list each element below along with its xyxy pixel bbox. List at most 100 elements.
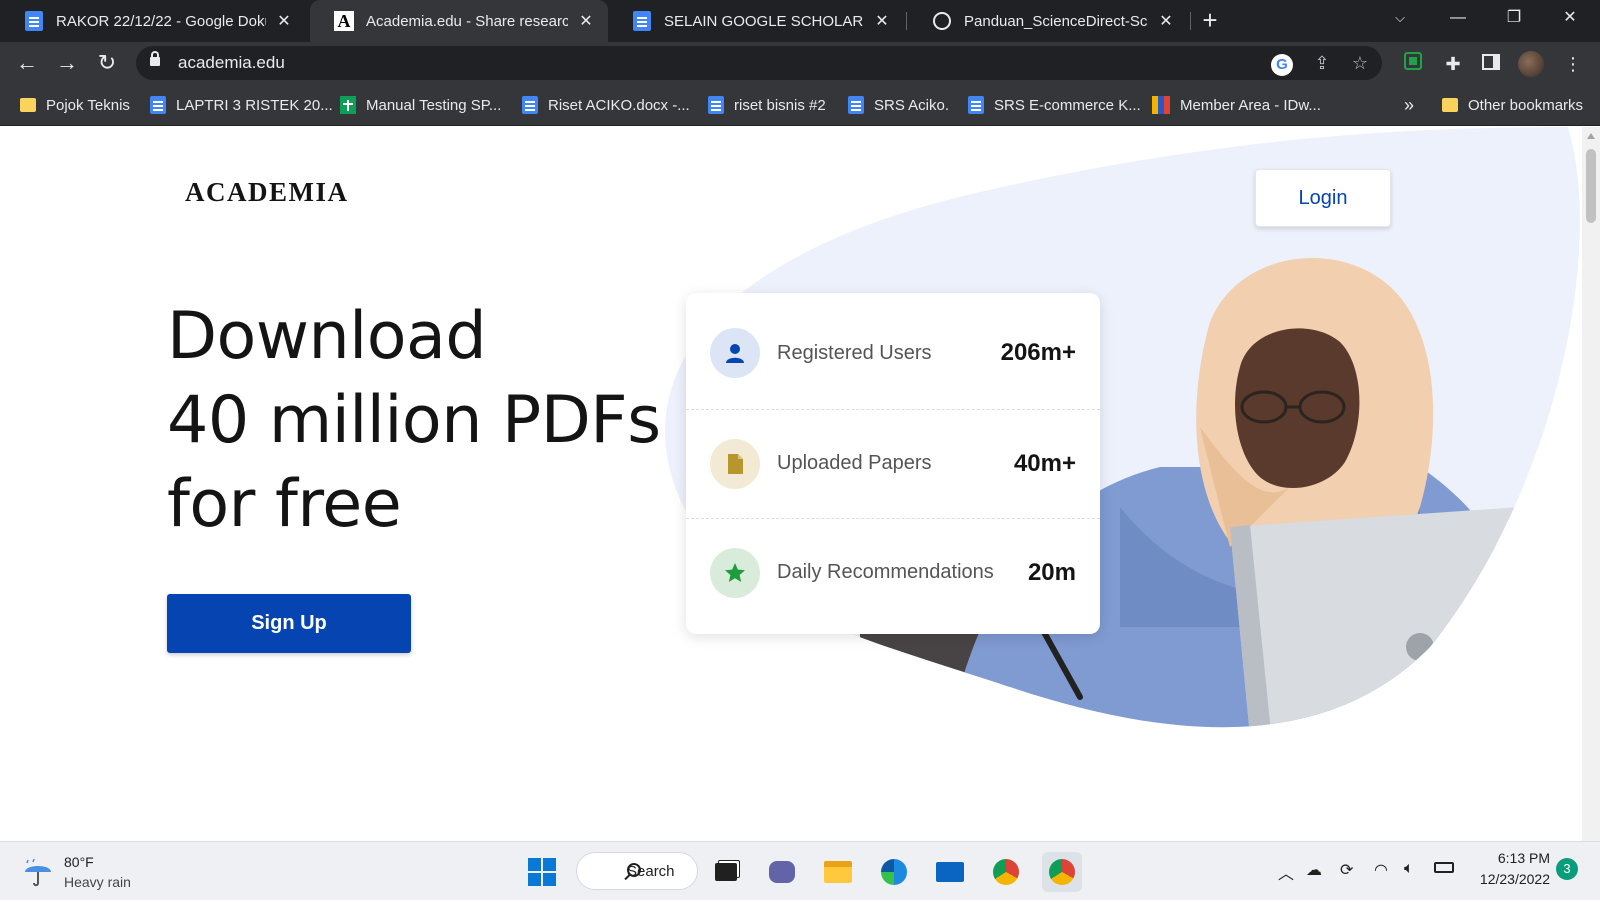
extensions-puzzle-icon[interactable]: ✚ [1440,51,1466,77]
page-viewport: ACADEMIA Login Download 40 million PDFs … [0,127,1582,841]
clock-time: 6:13 PM [1497,850,1550,866]
new-tab-button[interactable]: + [1196,6,1224,36]
weather-widget[interactable]: 80°F Heavy rain [22,852,131,892]
google-docs-icon [848,96,864,114]
tab-separator [906,12,907,30]
chrome-profile-button[interactable] [1042,852,1082,892]
close-icon[interactable]: ✕ [872,11,892,31]
bookmark-srs-aciko[interactable]: SRS Aciko. [848,84,949,126]
tab-search-chevron-icon[interactable]: ⌵ [1378,0,1422,36]
side-panel-icon[interactable] [1478,51,1504,77]
notification-badge[interactable]: 3 [1556,858,1578,880]
edge-icon [881,859,907,885]
bookmark-riset-bisnis[interactable]: riset bisnis #2 [708,84,826,126]
bookmark-label: Riset ACIKO.docx -... [548,96,690,114]
task-view-icon [715,863,737,881]
tab-title: RAKOR 22/12/22 - Google Dokum [56,12,266,30]
weather-temperature: 80°F [64,854,94,870]
mail-button[interactable] [930,852,970,892]
share-icon[interactable]: ⇪ [1310,51,1334,75]
stat-value: 20m [1027,558,1076,586]
bookmark-pojok-teknis[interactable]: Pojok Teknis [20,84,130,126]
edge-button[interactable] [874,852,914,892]
close-window-button[interactable]: ✕ [1548,0,1592,36]
start-button[interactable] [522,852,562,892]
bookmark-riset-aciko[interactable]: Riset ACIKO.docx -... [522,84,690,126]
stat-value: 40m+ [1013,449,1076,477]
tab-selain-google-scholar[interactable]: SELAIN GOOGLE SCHOLAR.docx ✕ [608,0,904,42]
tab-title: SELAIN GOOGLE SCHOLAR.docx [664,12,864,30]
folder-icon [824,861,852,883]
bookmark-label: Other bookmarks [1468,96,1584,114]
wifi-icon[interactable]: ◠ [1374,860,1388,880]
restore-button[interactable]: ❐ [1492,0,1536,36]
bookmark-srs-ecommerce[interactable]: SRS E-commerce K... [968,84,1141,126]
battery-icon[interactable] [1434,860,1454,878]
address-bar[interactable]: academia.edu G ⇪ ☆ [136,46,1382,80]
chat-icon [769,861,795,883]
google-docs-icon [150,96,166,114]
close-icon[interactable]: ✕ [274,11,294,31]
globe-icon [932,11,952,31]
google-icon[interactable]: G [1270,51,1294,76]
bookmark-label: SRS E-commerce K... [994,96,1141,114]
academia-logo[interactable]: ACADEMIA [185,177,349,208]
extension-green-icon[interactable] [1400,51,1426,77]
taskbar-search[interactable]: Search [576,852,698,890]
url-text[interactable]: academia.edu [178,53,285,73]
scrollbar-thumb[interactable] [1586,149,1596,223]
show-hidden-icons-chevron-icon[interactable]: ︿ [1278,860,1294,884]
minimize-button[interactable]: — [1436,0,1480,36]
tab-panduan[interactable]: Panduan_ScienceDirect-Scopus.p ✕ [908,0,1188,42]
login-button[interactable]: Login [1255,169,1391,227]
stat-registered-users: Registered Users 206m+ [686,299,1100,407]
file-explorer-button[interactable] [818,852,858,892]
google-sheets-icon [340,96,356,114]
reload-button[interactable]: ↻ [92,48,122,78]
profile-avatar[interactable] [1518,51,1544,77]
onedrive-error-icon[interactable]: ☁ [1306,860,1322,880]
stat-label: Daily Recommendations [777,561,994,583]
stat-value: 206m+ [1000,339,1076,366]
sign-up-button[interactable]: Sign Up [167,594,411,653]
close-icon[interactable]: ✕ [1156,11,1176,31]
mail-icon [936,862,964,882]
bookmark-member-area[interactable]: Member Area - IDw... [1152,84,1321,126]
task-view-button[interactable] [706,852,746,892]
system-clock[interactable]: 6:13 PM 12/23/2022 [1460,848,1550,890]
google-docs-icon [708,96,724,114]
scroll-up-arrow-icon[interactable] [1587,133,1595,139]
bookmarks-bar: Pojok Teknis LAPTRI 3 RISTEK 20... Manua… [0,84,1600,126]
tab-academia[interactable]: A Academia.edu - Share research ✕ [310,0,608,42]
bookmark-manual-testing[interactable]: Manual Testing SP... [340,84,501,126]
other-bookmarks[interactable]: Other bookmarks [1442,84,1583,126]
bookmark-label: SRS Aciko. [874,96,950,114]
bookmark-laptri[interactable]: LAPTRI 3 RISTEK 20... [150,84,333,126]
close-icon[interactable]: ✕ [576,11,596,31]
volume-icon[interactable]: 🔈︎ [1404,860,1414,878]
stats-card: Registered Users 206m+ Uploaded Papers 4… [686,293,1100,634]
weather-text: 80°F Heavy rain [64,852,131,892]
forward-button[interactable]: → [52,48,82,78]
bookmark-label: LAPTRI 3 RISTEK 20... [176,96,333,114]
bookmark-star-icon[interactable]: ☆ [1348,51,1372,75]
teams-chat-button[interactable] [762,852,802,892]
sync-icon[interactable]: ⟳ [1340,860,1353,880]
folder-icon [20,98,36,112]
bookmarks-overflow-button[interactable]: » [1404,84,1414,126]
star-icon [710,547,760,598]
headline-line: for free [167,467,402,542]
academia-icon: A [334,11,354,31]
page-scrollbar[interactable] [1582,127,1600,841]
lock-icon[interactable] [150,51,160,66]
back-button[interactable]: ← [12,48,42,78]
headline-line: 40 million PDFs [167,383,661,458]
menu-kebab-icon[interactable]: ⋮ [1560,51,1586,77]
weather-condition: Heavy rain [64,874,131,890]
browser-toolbar: ← → ↻ academia.edu G ⇪ ☆ ✚ ⋮ [0,42,1600,84]
windows-logo-icon [528,858,556,886]
user-icon [710,328,760,378]
chrome-button[interactable] [986,852,1026,892]
tab-rakor[interactable]: RAKOR 22/12/22 - Google Dokum ✕ [0,0,306,42]
bookmark-label: Member Area - IDw... [1180,96,1321,114]
